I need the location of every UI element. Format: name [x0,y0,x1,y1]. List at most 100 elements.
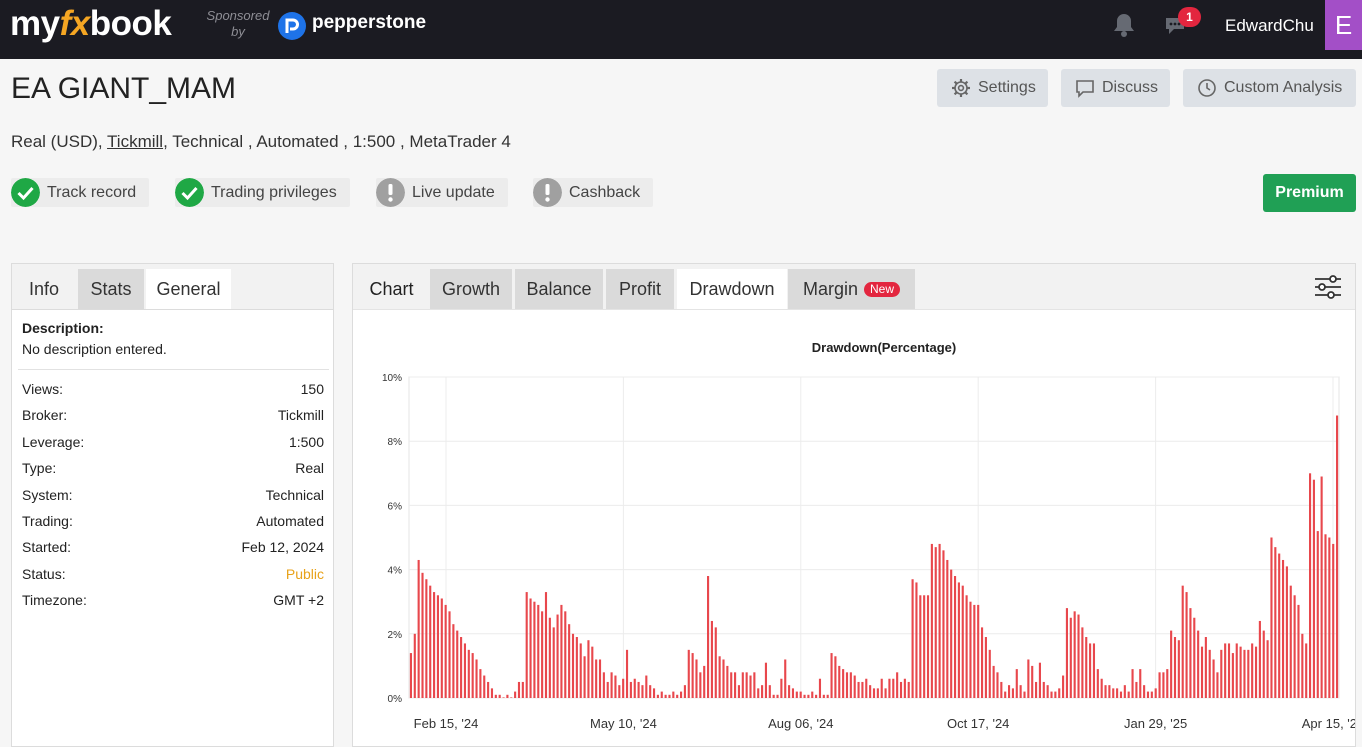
drawdown-bar [587,640,590,698]
drawdown-bar [560,604,563,698]
divider [18,369,329,370]
row-value: Automated [256,513,324,529]
drawdown-bar [992,665,995,698]
drawdown-bar [1332,543,1335,698]
tab-info[interactable]: Info [12,269,76,309]
settings-button[interactable]: Settings [937,69,1048,107]
row-value: Feb 12, 2024 [241,539,324,555]
drawdown-bar [718,656,721,698]
drawdown-bar [1185,592,1188,698]
drawdown-bar [1089,643,1092,698]
drawdown-bar [502,697,505,698]
drawdown-bar [1100,678,1103,698]
drawdown-bar [460,637,463,698]
drawdown-bar [737,685,740,698]
drawdown-bar [436,595,439,698]
drawdown-bar [1301,633,1304,698]
drawdown-bar [444,604,447,698]
drawdown-bar [857,681,860,698]
drawdown-bar [614,675,617,698]
row-label: Type: [22,460,57,476]
drawdown-bar [1077,614,1080,698]
custom-analysis-button[interactable]: Custom Analysis [1183,69,1356,107]
check-circle-icon [175,178,204,207]
drawdown-bar [1135,681,1138,698]
drawdown-bar [660,691,663,698]
filter-sliders-icon[interactable] [1314,274,1342,300]
drawdown-bar [892,678,895,698]
discuss-button[interactable]: Discuss [1061,69,1170,107]
myfxbook-logo[interactable]: myfxbook [10,4,172,44]
drawdown-bar [1158,672,1161,698]
tab-stats[interactable]: Stats [78,269,144,309]
drawdown-bar [745,672,748,698]
drawdown-bar [830,653,833,698]
drawdown-bar [915,582,918,698]
y-tick-label: 0% [388,694,403,705]
username-link[interactable]: EdwardChu [1225,16,1314,36]
tab-drawdown[interactable]: Drawdown [677,269,787,309]
drawdown-bar [1027,659,1030,698]
drawdown-bar [421,572,424,698]
badge-live-update[interactable]: Live update [376,178,508,207]
drawdown-bar [1258,620,1261,698]
drawdown-bar [1062,675,1065,698]
badge-track-record[interactable]: Track record [11,178,150,207]
drawdown-bar [1092,643,1096,698]
drawdown-bar [703,665,706,698]
clock-icon [1198,79,1216,97]
drawdown-bar [1231,653,1234,698]
drawdown-bar [1046,685,1049,698]
drawdown-bar [803,694,806,698]
bell-icon[interactable] [1112,12,1136,38]
info-panel: Info Stats General Description: No descr… [11,263,334,747]
sponsor-name[interactable]: pepperstone [312,12,426,34]
drawdown-bar [1008,685,1011,698]
notification-count-badge: 1 [1178,7,1201,27]
drawdown-bar [1270,537,1273,698]
badge-cashback[interactable]: Cashback [533,178,654,207]
drawdown-bar [517,681,521,698]
info-row-timezone: Timezone: GMT +2 [22,592,324,608]
drawdown-bar [552,627,555,698]
info-row-trading: Trading: Automated [22,513,324,529]
drawdown-bar [1200,646,1204,698]
row-value: Technical [265,487,324,503]
drawdown-bar [950,569,953,698]
badge-trading-privileges[interactable]: Trading privileges [175,178,350,207]
tab-general[interactable]: General [146,269,231,309]
drawdown-bar [475,659,478,698]
premium-button[interactable]: Premium [1263,174,1356,212]
drawdown-bar [826,694,829,698]
row-label: Status: [22,566,66,582]
drawdown-bar [923,595,926,698]
drawdown-bar [869,685,872,698]
info-row-leverage: Leverage: 1:500 [22,434,324,450]
drawdown-bar [795,691,798,698]
drawdown-bar [1166,669,1169,698]
drawdown-bar [930,543,933,698]
drawdown-bar [1085,637,1088,698]
exclamation-circle-icon [376,178,405,207]
chart-tabs-label: Chart [369,279,414,299]
row-value: GMT +2 [273,592,324,608]
row-value: Real [295,460,324,476]
pepperstone-logo-icon[interactable] [278,12,306,40]
drawdown-bar [598,659,602,698]
broker-link[interactable]: Tickmill [107,132,163,151]
drawdown-bar [988,649,991,698]
drawdown-bar [942,550,945,698]
drawdown-bar [1316,531,1319,698]
drawdown-bar [791,688,795,698]
tab-margin[interactable]: Margin New [788,269,915,309]
drawdown-bar [1108,685,1111,698]
tab-balance[interactable]: Balance [515,269,603,309]
tab-profit[interactable]: Profit [606,269,674,309]
avatar[interactable]: E [1325,0,1362,50]
tab-growth[interactable]: Growth [430,269,512,309]
drawdown-bar [591,646,594,698]
drawdown-bar [926,595,930,698]
drawdown-bar [683,685,686,698]
drawdown-bar [494,694,497,698]
drawdown-bar [529,598,532,698]
